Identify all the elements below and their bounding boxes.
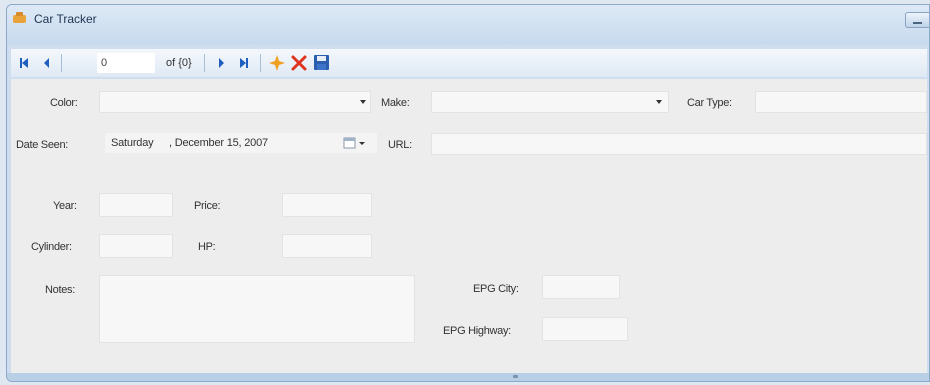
hp-label: HP:	[198, 241, 216, 253]
delete-button[interactable]	[289, 49, 309, 77]
save-icon	[314, 55, 329, 70]
calendar-icon[interactable]	[343, 137, 369, 149]
move-last-button[interactable]	[233, 49, 253, 77]
cylinder-input[interactable]	[99, 234, 173, 258]
epg-highway-input[interactable]	[542, 317, 628, 341]
car-details-form: Color: Make: Car Type: Date Seen: Saturd…	[11, 79, 927, 377]
year-label: Year:	[53, 200, 77, 212]
binding-navigator-toolbar: of {0}	[11, 49, 927, 77]
notes-label: Notes:	[45, 284, 75, 296]
app-icon	[13, 12, 26, 23]
title-bar: Car Tracker	[7, 5, 929, 45]
resize-grip[interactable]	[513, 375, 518, 378]
car-tracker-window: Car Tracker of {0}	[6, 4, 930, 382]
save-button[interactable]	[311, 49, 331, 77]
price-label: Price:	[194, 200, 221, 212]
toolbar-separator	[260, 54, 261, 72]
window-title: Car Tracker	[34, 12, 97, 26]
add-new-button[interactable]	[267, 49, 287, 77]
cylinder-label: Cylinder:	[31, 241, 72, 253]
add-new-icon	[269, 55, 285, 71]
date-value: , December 15, 2007	[169, 137, 268, 149]
count-label: of {0}	[166, 57, 192, 69]
move-last-icon	[240, 58, 248, 68]
chevron-down-icon	[360, 100, 366, 104]
date-seen-picker[interactable]: Saturday , December 15, 2007	[105, 133, 377, 153]
url-input[interactable]	[431, 133, 927, 155]
make-combobox[interactable]	[431, 91, 669, 113]
position-input[interactable]	[97, 53, 155, 73]
year-input[interactable]	[99, 193, 173, 217]
date-seen-label: Date Seen:	[16, 139, 69, 151]
delete-icon	[291, 55, 307, 71]
epg-highway-label: EPG Highway:	[443, 325, 511, 337]
make-label: Make:	[381, 97, 410, 109]
move-next-button[interactable]	[211, 49, 231, 77]
chevron-down-icon	[656, 100, 662, 104]
status-bar	[7, 373, 929, 381]
url-label: URL:	[388, 139, 412, 151]
epg-city-input[interactable]	[542, 275, 620, 299]
toolbar-separator	[204, 54, 205, 72]
move-first-icon	[20, 58, 28, 68]
color-combobox[interactable]	[99, 91, 371, 113]
move-previous-icon	[44, 58, 49, 68]
price-input[interactable]	[282, 193, 372, 217]
car-type-label: Car Type:	[687, 97, 732, 109]
car-type-input[interactable]	[755, 91, 927, 113]
color-label: Color:	[50, 97, 78, 109]
minimize-button[interactable]	[905, 12, 929, 28]
date-day: Saturday	[111, 137, 154, 149]
epg-city-label: EPG City:	[473, 283, 519, 295]
move-first-button[interactable]	[15, 49, 35, 77]
move-previous-button[interactable]	[37, 49, 57, 77]
hp-input[interactable]	[282, 234, 372, 258]
notes-textarea[interactable]	[99, 275, 415, 343]
move-next-icon	[219, 58, 224, 68]
toolbar-separator	[61, 54, 62, 72]
